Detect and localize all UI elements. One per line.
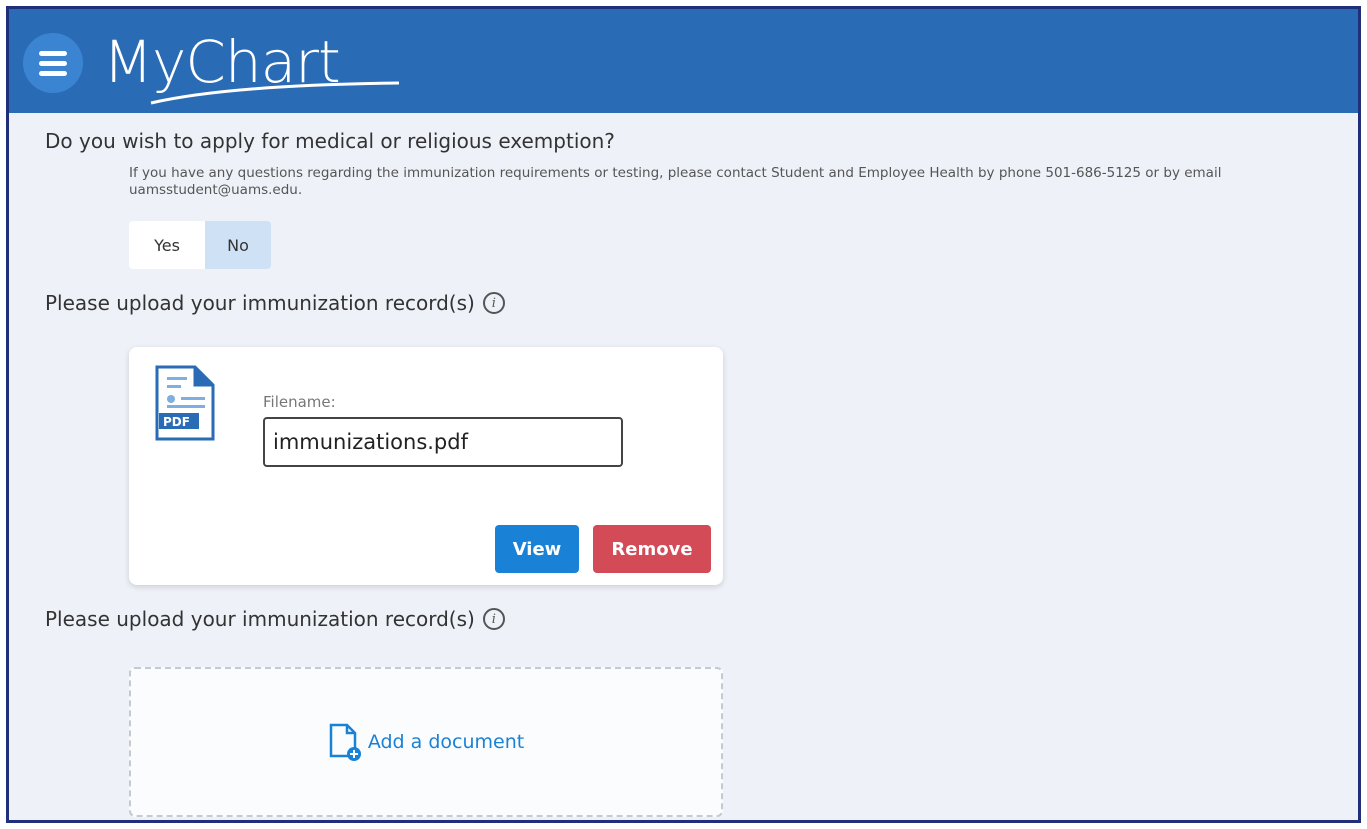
exemption-yes-button[interactable]: Yes (129, 221, 205, 269)
filename-input[interactable] (263, 417, 623, 467)
header-bar: MyChart (9, 9, 1358, 113)
exemption-question: Do you wish to apply for medical or reli… (45, 129, 615, 153)
exemption-no-button[interactable]: No (205, 221, 271, 269)
remove-button[interactable]: Remove (593, 525, 711, 573)
upload-label-text: Please upload your immunization record(s… (45, 291, 475, 315)
add-document-icon (329, 723, 361, 761)
main-content: Do you wish to apply for medical or reli… (9, 113, 1358, 820)
add-document-label: Add a document (367, 731, 525, 753)
view-button[interactable]: View (495, 525, 579, 573)
info-icon[interactable]: i (482, 608, 505, 630)
uploaded-document-card: PDF Filename: View Remove (129, 347, 723, 585)
svg-text:PDF: PDF (163, 415, 190, 429)
upload-label-1: Please upload your immunization record(s… (45, 291, 505, 315)
upload-label-text: Please upload your immunization record(s… (45, 607, 475, 631)
pdf-file-icon: PDF (155, 365, 215, 441)
exemption-help-text: If you have any questions regarding the … (129, 165, 1222, 198)
info-icon[interactable]: i (482, 292, 505, 314)
logo-swoosh-icon (150, 81, 400, 105)
hamburger-menu-icon[interactable] (23, 33, 83, 93)
add-document-link[interactable]: Add a document (328, 722, 524, 762)
upload-label-2: Please upload your immunization record(s… (45, 607, 505, 631)
app-window: MyChart Do you wish to apply for medical… (6, 6, 1361, 823)
add-document-dropzone[interactable]: Add a document (129, 667, 723, 817)
filename-label: Filename: (263, 393, 336, 411)
